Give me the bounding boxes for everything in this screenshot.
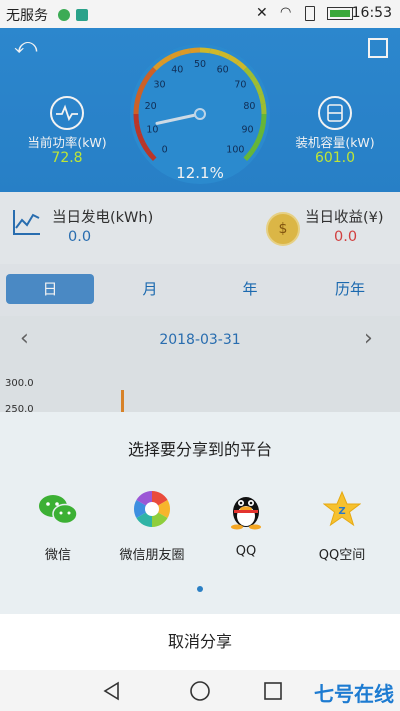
- wechat-icon: [39, 495, 78, 525]
- share-option-label: QQ: [235, 544, 257, 559]
- svg-text:Z: Z: [338, 506, 345, 517]
- status-bar: 无服务 ✕ ◠ 16:53: [0, 0, 400, 28]
- share-option-moments[interactable]: 微信朋友圈: [102, 488, 202, 572]
- qzone-icon: Z: [323, 490, 361, 527]
- battery-icon: [327, 7, 353, 20]
- nav-home-icon[interactable]: [189, 680, 211, 702]
- notification-icon-2: [76, 7, 88, 23]
- share-option-label: 微信朋友圈: [119, 548, 185, 563]
- clock: 16:53: [351, 5, 392, 21]
- nav-back-icon[interactable]: [102, 681, 122, 701]
- page-indicator: [197, 586, 203, 592]
- wifi-icon: ◠: [280, 5, 292, 20]
- share-option-qq[interactable]: QQ: [196, 488, 296, 572]
- dim-overlay: [0, 28, 400, 412]
- qq-icon: [231, 497, 261, 530]
- notification-icon: [58, 7, 70, 23]
- mute-icon: ✕: [256, 5, 268, 21]
- sim-icon: [305, 6, 315, 21]
- cancel-share-button[interactable]: 取消分享: [0, 614, 400, 670]
- moments-icon: [133, 491, 171, 527]
- share-option-label: 微信: [44, 548, 71, 563]
- share-sheet-title: 选择要分享到的平台: [127, 440, 272, 459]
- share-option-wechat[interactable]: 微信: [8, 488, 108, 572]
- watermark-logo: 七号在线: [314, 682, 394, 706]
- carrier-text: 无服务: [6, 8, 48, 24]
- system-nav-bar: 七号在线: [0, 670, 400, 711]
- share-option-qzone[interactable]: Z QQ空间: [292, 488, 392, 572]
- share-option-label: QQ空间: [318, 548, 366, 563]
